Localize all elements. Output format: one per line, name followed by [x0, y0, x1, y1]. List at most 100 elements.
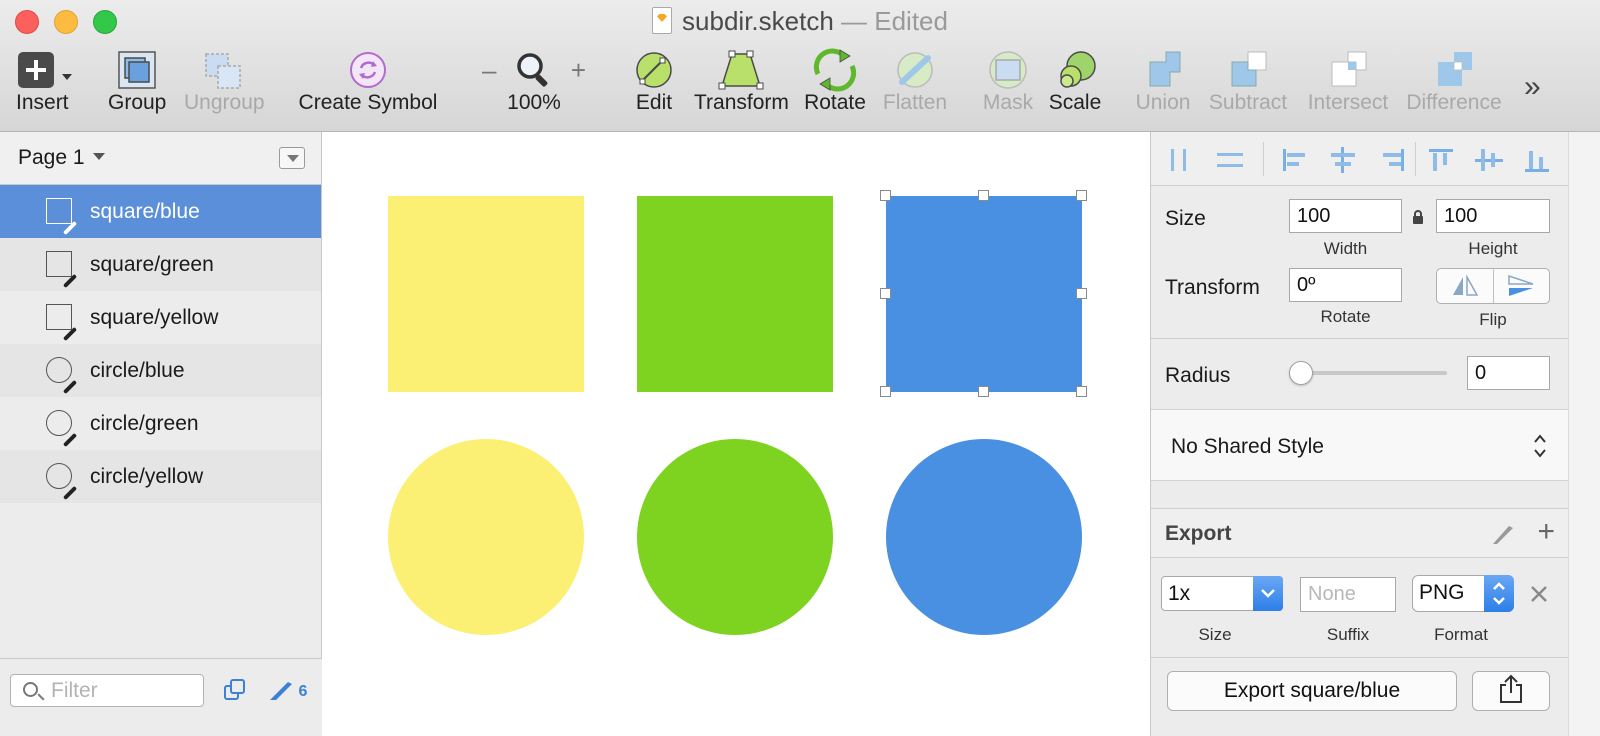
intersect-button[interactable]: Intersect [1306, 48, 1390, 114]
export-scale-select[interactable]: 1x [1161, 576, 1283, 611]
intersect-label: Intersect [1307, 91, 1389, 114]
circle-blue[interactable] [886, 439, 1082, 635]
distribute-horizontal-icon[interactable] [1165, 147, 1193, 173]
pages-toggle-button[interactable] [279, 147, 305, 169]
layer-circle-green[interactable]: circle/green [0, 397, 321, 450]
layers-panel: Page 1 square/blue square/green square/y… [0, 132, 322, 736]
width-input[interactable]: 100 [1289, 199, 1402, 233]
radius-slider-knob[interactable] [1289, 361, 1313, 385]
ungroup-label: Ungroup [184, 91, 265, 114]
align-bottom-icon[interactable] [1523, 147, 1551, 173]
toolbar-overflow-button[interactable]: » [1524, 70, 1541, 104]
group-label: Group [108, 91, 167, 114]
up-down-chevron-icon [1534, 434, 1546, 458]
resize-handle-bottom-left[interactable] [880, 386, 891, 397]
slice-count: 6 [298, 683, 308, 700]
share-icon [1500, 674, 1522, 703]
layer-filter-input[interactable]: Filter [10, 674, 204, 707]
export-title: Export [1165, 522, 1232, 545]
flip-control [1436, 268, 1550, 304]
rotate-label: Rotate [804, 91, 866, 114]
square-layer-icon [46, 197, 78, 235]
layers-footer: Filter 6 [0, 658, 322, 736]
up-down-chevron-icon [1484, 575, 1514, 612]
circle-yellow[interactable] [388, 439, 584, 635]
size-label: Size [1165, 207, 1206, 230]
insert-label: Insert [16, 91, 69, 114]
align-left-icon[interactable] [1281, 147, 1309, 173]
resize-handle-top-right[interactable] [1076, 190, 1087, 201]
difference-icon [1438, 52, 1472, 86]
export-scale-value: 1x [1168, 582, 1191, 605]
add-export-button[interactable]: + [1537, 517, 1555, 547]
resize-handle-left[interactable] [880, 288, 891, 299]
group-button[interactable]: Group [108, 48, 166, 114]
resize-handle-bottom-right[interactable] [1076, 386, 1087, 397]
align-center-horizontal-icon[interactable] [1329, 147, 1357, 173]
union-icon [1149, 51, 1181, 87]
export-suffix-input[interactable]: None [1300, 577, 1396, 612]
shared-style-select[interactable]: No Shared Style [1151, 409, 1569, 481]
radius-input[interactable]: 0 [1467, 356, 1550, 390]
ungroup-button[interactable]: Ungroup [184, 48, 265, 114]
transform-button[interactable]: Transform [694, 48, 789, 114]
circle-green[interactable] [637, 439, 833, 635]
zoom-in-button[interactable]: + [571, 55, 586, 86]
rotate-button[interactable]: Rotate [804, 48, 866, 114]
create-symbol-button[interactable]: Create Symbol [298, 48, 438, 114]
layer-square-green[interactable]: square/green [0, 238, 321, 291]
canvas[interactable] [323, 132, 1149, 736]
flatten-button[interactable]: Flatten [882, 48, 948, 114]
height-input[interactable]: 100 [1436, 199, 1550, 233]
circle-layer-icon [46, 356, 78, 394]
square-blue[interactable] [886, 196, 1082, 392]
page-name: Page 1 [18, 146, 85, 169]
square-yellow[interactable] [388, 196, 584, 392]
insert-button[interactable]: Insert [16, 48, 76, 114]
export-format-select[interactable]: PNG [1412, 575, 1514, 612]
flatten-icon [897, 52, 933, 88]
export-button[interactable]: Export square/blue [1167, 671, 1457, 711]
symbols-filter-icon[interactable] [224, 679, 246, 701]
align-top-icon[interactable] [1427, 147, 1455, 173]
insert-icon [18, 52, 72, 88]
layer-label: circle/yellow [90, 464, 204, 488]
share-button[interactable] [1472, 671, 1550, 711]
scale-button[interactable]: Scale [1048, 48, 1102, 114]
distribute-vertical-icon[interactable] [1215, 147, 1243, 173]
edit-button[interactable]: Edit [634, 48, 674, 114]
resize-handle-bottom[interactable] [978, 386, 989, 397]
inspector-scrollbar[interactable] [1568, 132, 1600, 736]
mask-button[interactable]: Mask [982, 48, 1034, 114]
remove-export-icon[interactable] [1529, 584, 1549, 604]
union-button[interactable]: Union [1134, 48, 1192, 114]
resize-handle-right[interactable] [1076, 288, 1087, 299]
align-middle-vertical-icon[interactable] [1475, 147, 1503, 173]
align-right-icon[interactable] [1377, 147, 1405, 173]
layer-label: circle/green [90, 411, 199, 435]
layer-circle-blue[interactable]: circle/blue [0, 344, 321, 397]
subtract-button[interactable]: Subtract [1208, 48, 1288, 114]
resize-handle-top-left[interactable] [880, 190, 891, 201]
difference-button[interactable]: Difference [1406, 48, 1502, 114]
edit-label: Edit [635, 91, 673, 114]
mask-label: Mask [982, 91, 1034, 114]
layer-square-yellow[interactable]: square/yellow [0, 291, 321, 344]
export-size-label: Size [1198, 625, 1232, 644]
radius-slider-track[interactable] [1291, 371, 1447, 375]
flip-vertical-icon[interactable] [1507, 275, 1535, 297]
circle-layer-icon [46, 462, 78, 500]
layer-square-blue[interactable]: square/blue [0, 185, 321, 238]
layer-circle-yellow[interactable]: circle/yellow [0, 450, 321, 503]
slices-filter-button[interactable]: 6 [268, 678, 307, 702]
page-selector[interactable]: Page 1 [0, 132, 321, 185]
zoom-level[interactable]: 100% [478, 92, 590, 114]
lock-icon[interactable] [1411, 209, 1425, 225]
flip-horizontal-icon[interactable] [1451, 275, 1479, 297]
rotate-input[interactable]: 0º [1289, 268, 1402, 302]
zoom-out-button[interactable]: – [482, 55, 496, 86]
layer-label: circle/blue [90, 358, 185, 382]
resize-handle-top[interactable] [978, 190, 989, 201]
square-green[interactable] [637, 196, 833, 392]
slice-knife-icon[interactable] [1491, 522, 1515, 546]
